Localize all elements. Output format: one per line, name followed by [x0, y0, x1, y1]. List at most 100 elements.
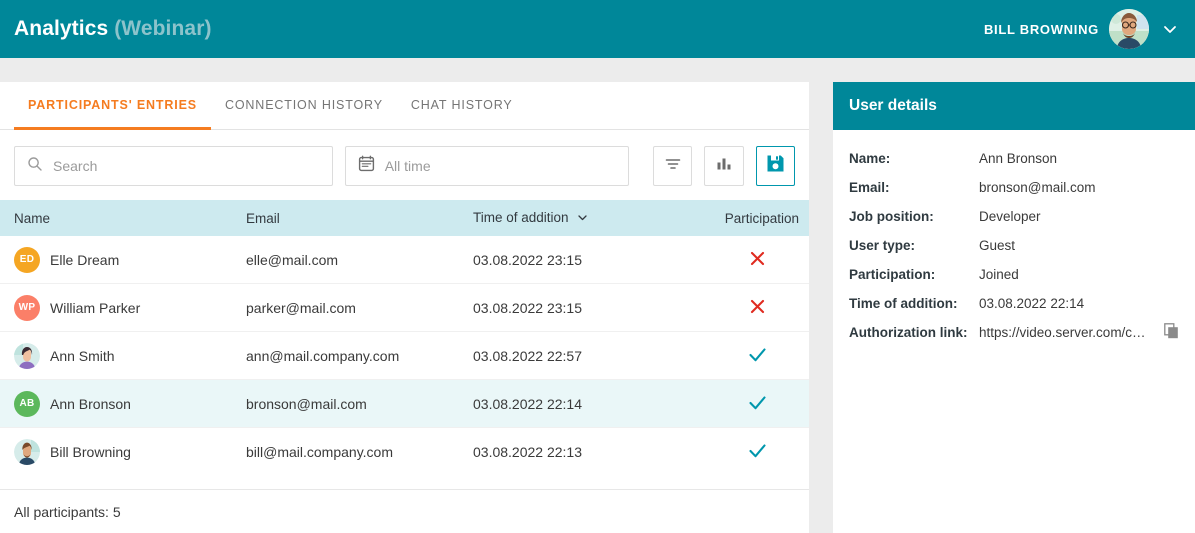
cell-name: AB Ann Bronson	[0, 391, 246, 417]
participant-name: William Parker	[50, 300, 140, 316]
participants-table: Name Email Time of addition Participatio…	[0, 200, 809, 489]
search-icon	[27, 156, 43, 177]
cell-email: elle@mail.com	[246, 252, 473, 268]
participant-name: Elle Dream	[50, 252, 119, 268]
cell-name: ED Elle Dream	[0, 247, 246, 273]
detail-row-job-position: Job position: Developer	[849, 202, 1179, 231]
chevron-down-icon	[577, 211, 588, 226]
cell-time: 03.08.2022 23:15	[473, 252, 706, 268]
statistics-button[interactable]	[704, 146, 743, 186]
search-input[interactable]: Search	[14, 146, 333, 186]
user-details-title: User details	[833, 82, 1195, 130]
participant-name: Bill Browning	[50, 444, 131, 460]
detail-label: Name:	[849, 151, 979, 166]
tab-participants-entries[interactable]: PARTICIPANTS' ENTRIES	[14, 82, 211, 130]
detail-label: Time of addition:	[849, 296, 979, 311]
table-toolbar: Search All time	[0, 130, 809, 200]
avatar: WP	[14, 295, 40, 321]
detail-value: 03.08.2022 22:14	[979, 296, 1084, 311]
participant-name: Ann Smith	[50, 348, 115, 364]
check-icon	[747, 344, 768, 368]
detail-label: Authorization link:	[849, 325, 979, 340]
save-button[interactable]	[756, 146, 795, 186]
save-floppy-icon	[765, 153, 786, 179]
search-placeholder: Search	[53, 158, 97, 174]
cell-participation	[706, 249, 809, 271]
detail-row-email: Email: bronson@mail.com	[849, 173, 1179, 202]
column-header-participation[interactable]: Participation	[706, 211, 809, 226]
cell-email: bronson@mail.com	[246, 396, 473, 412]
filter-button[interactable]	[653, 146, 692, 186]
cell-time: 03.08.2022 22:13	[473, 444, 706, 460]
cell-email: bill@mail.company.com	[246, 444, 473, 460]
cell-name: WP William Parker	[0, 295, 246, 321]
detail-label: Job position:	[849, 209, 979, 224]
detail-row-user-type: User type: Guest	[849, 231, 1179, 260]
table-row[interactable]: ED Elle Dream elle@mail.com 03.08.2022 2…	[0, 236, 809, 284]
tab-bar: PARTICIPANTS' ENTRIES CONNECTION HISTORY…	[0, 82, 809, 130]
detail-label: Participation:	[849, 267, 979, 282]
app-title-main: Analytics	[14, 17, 108, 40]
date-range-value: All time	[385, 158, 431, 174]
bar-chart-icon	[714, 154, 734, 179]
cross-icon	[748, 297, 767, 319]
table-footer: All participants: 5	[0, 489, 809, 533]
participant-name: Ann Bronson	[50, 396, 131, 412]
table-row[interactable]: Ann Smith ann@mail.company.com 03.08.202…	[0, 332, 809, 380]
app-title-subtitle: (Webinar)	[114, 17, 211, 40]
user-avatar-photo[interactable]	[1109, 9, 1149, 49]
filter-icon	[663, 154, 683, 179]
tab-label: CONNECTION HISTORY	[225, 98, 383, 112]
tab-chat-history[interactable]: CHAT HISTORY	[397, 82, 527, 130]
column-header-label: Time of addition	[473, 210, 569, 225]
table-header-row: Name Email Time of addition Participatio…	[0, 200, 809, 236]
tab-label: PARTICIPANTS' ENTRIES	[28, 98, 197, 112]
cell-time: 03.08.2022 23:15	[473, 300, 706, 316]
cell-participation	[706, 344, 809, 368]
detail-value: https://video.server.com/c…	[979, 325, 1146, 340]
tab-label: CHAT HISTORY	[411, 98, 513, 112]
detail-value: Guest	[979, 238, 1015, 253]
table-row[interactable]: Bill Browning bill@mail.company.com 03.0…	[0, 428, 809, 476]
calendar-icon	[358, 155, 375, 177]
page-content: PARTICIPANTS' ENTRIES CONNECTION HISTORY…	[0, 58, 1195, 533]
user-name-label: BILL BROWNING	[984, 22, 1099, 37]
participants-count: All participants: 5	[14, 504, 121, 520]
user-menu[interactable]: BILL BROWNING	[984, 9, 1181, 49]
user-details-panel: User details Name: Ann Bronson Email: br…	[833, 82, 1195, 533]
copy-icon[interactable]	[1156, 323, 1179, 342]
date-range-select[interactable]: All time	[345, 146, 629, 186]
cell-participation	[706, 392, 809, 416]
avatar: AB	[14, 391, 40, 417]
table-row[interactable]: WP William Parker parker@mail.com 03.08.…	[0, 284, 809, 332]
check-icon	[747, 392, 768, 416]
cell-time: 03.08.2022 22:57	[473, 348, 706, 364]
avatar	[14, 343, 40, 369]
page-title: Analytics (Webinar)	[14, 17, 212, 41]
avatar: ED	[14, 247, 40, 273]
check-icon	[747, 440, 768, 464]
app-header: Analytics (Webinar) BILL BROWNING	[0, 0, 1195, 58]
detail-row-authorization-link: Authorization link: https://video.server…	[849, 318, 1179, 347]
detail-label: Email:	[849, 180, 979, 195]
tab-connection-history[interactable]: CONNECTION HISTORY	[211, 82, 397, 130]
cross-icon	[748, 249, 767, 271]
detail-row-participation: Participation: Joined	[849, 260, 1179, 289]
cell-time: 03.08.2022 22:14	[473, 396, 706, 412]
cell-name: Ann Smith	[0, 343, 246, 369]
user-details-body: Name: Ann Bronson Email: bronson@mail.co…	[833, 130, 1195, 347]
table-row[interactable]: AB Ann Bronson bronson@mail.com 03.08.20…	[0, 380, 809, 428]
avatar	[14, 439, 40, 465]
detail-value: Developer	[979, 209, 1041, 224]
column-header-email[interactable]: Email	[246, 211, 473, 226]
chevron-down-icon[interactable]	[1159, 18, 1181, 40]
cell-email: parker@mail.com	[246, 300, 473, 316]
cell-email: ann@mail.company.com	[246, 348, 473, 364]
detail-value: Joined	[979, 267, 1019, 282]
detail-value: Ann Bronson	[979, 151, 1057, 166]
detail-label: User type:	[849, 238, 979, 253]
column-header-name[interactable]: Name	[0, 211, 246, 226]
column-header-time-of-addition[interactable]: Time of addition	[473, 210, 706, 226]
cell-participation	[706, 297, 809, 319]
detail-row-time-of-addition: Time of addition: 03.08.2022 22:14	[849, 289, 1179, 318]
